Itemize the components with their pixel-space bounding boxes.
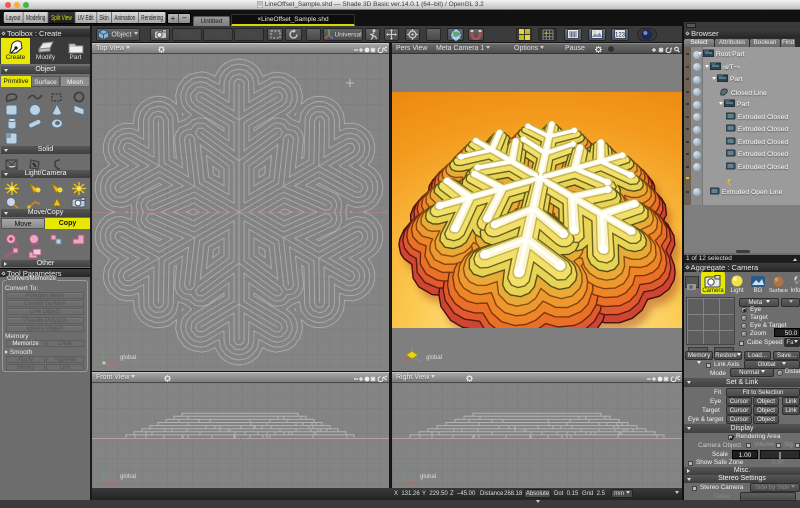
- svg-text:123: 123: [615, 33, 626, 39]
